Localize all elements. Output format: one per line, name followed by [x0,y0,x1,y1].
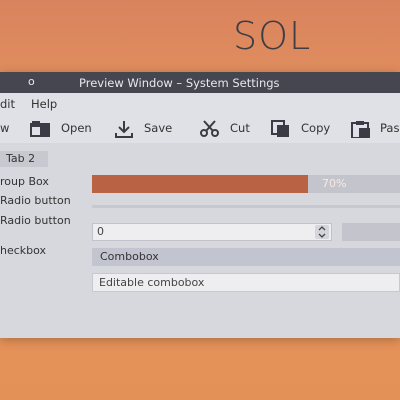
toolbar: w Open Save Cut Copy Pas [0,113,400,143]
folder-icon [30,121,50,137]
save-label: Save [144,121,173,135]
side-button[interactable] [342,223,400,241]
save-button[interactable]: Save [114,120,174,138]
menu-bar: dit Help [0,93,400,113]
copy-button[interactable]: Copy [271,120,333,138]
spin-arrows-icon[interactable] [315,225,329,239]
open-label: Open [61,121,92,135]
window-title: Preview Window – System Settings [79,76,280,90]
download-icon [115,121,133,138]
copy-label: Copy [301,121,331,135]
paste-button[interactable]: Pas [350,120,400,138]
copy-icon [271,120,289,137]
combobox-value: Combobox [100,250,159,263]
cut-button[interactable]: Cut [199,120,253,138]
radio-button-1[interactable]: Radio button [0,194,71,207]
preview-window: o Preview Window – System Settings dit H… [0,72,400,338]
paste-label: Pas [380,121,400,135]
spinbox-value: 0 [97,225,104,238]
tab-2[interactable]: Tab 2 [0,151,48,167]
window-menu-button[interactable]: o [28,75,35,88]
progress-fill [92,175,308,193]
spinbox[interactable]: 0 [92,223,332,241]
scissors-icon [200,120,219,137]
progress-bar: 70% [92,175,400,193]
cut-label: Cut [230,121,250,135]
title-bar[interactable]: o Preview Window – System Settings [0,72,400,93]
progress-text: 70% [322,177,347,190]
brand-logo-text: SOL [233,14,312,58]
group-box-label: roup Box [0,175,49,188]
editable-combobox[interactable]: Editable combobox [92,273,400,292]
checkbox[interactable]: heckbox [0,244,46,257]
open-button[interactable]: Open [29,120,97,138]
radio-button-2[interactable]: Radio button [0,214,71,227]
tab-2-label: Tab 2 [6,152,36,165]
new-button[interactable]: w [0,120,14,138]
new-label: w [0,121,10,135]
combobox[interactable]: Combobox [92,248,400,266]
menu-edit[interactable]: dit [0,97,15,111]
slider-track[interactable] [92,205,400,208]
editable-combobox-value: Editable combobox [99,276,205,289]
paste-icon [351,121,370,138]
menu-help[interactable]: Help [31,97,57,111]
